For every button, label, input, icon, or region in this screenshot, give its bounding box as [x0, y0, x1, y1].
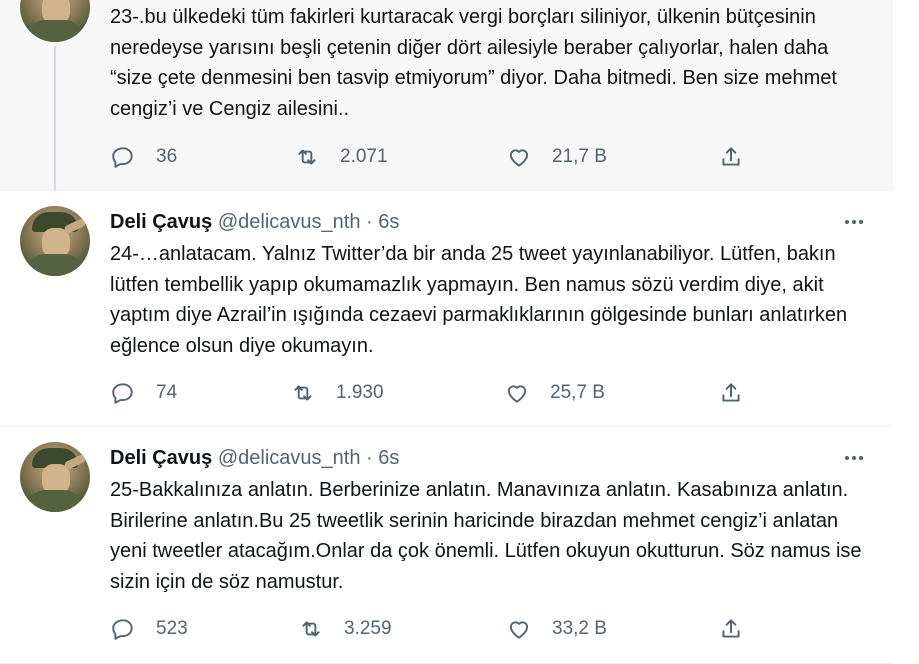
more-dots-icon	[845, 456, 849, 460]
retweet-count: 2.071	[340, 146, 388, 167]
share-button[interactable]	[718, 143, 744, 171]
reply-icon	[112, 619, 133, 640]
tweet-text: 23-.bu ülkedeki tüm fakirleri kurtaracak…	[110, 6, 837, 120]
tweet-25[interactable]: Deli Çavuş @delicavus_nth · 6s 25-Bakkal…	[0, 426, 893, 664]
heart-icon	[509, 621, 529, 639]
timestamp[interactable]: 6s	[378, 447, 399, 469]
timestamp[interactable]: 6s	[378, 211, 399, 233]
reply-button[interactable]: 74	[110, 379, 177, 407]
reply-icon	[112, 147, 133, 168]
more-options-button[interactable]	[838, 210, 870, 234]
heart-icon	[507, 385, 527, 403]
tweet-thread: 23-.bu ülkedeki tüm fakirleri kurtaracak…	[0, 0, 919, 664]
tweet-actions: 36 2.071 21,7 B	[110, 143, 750, 171]
tweet-24[interactable]: Deli Çavuş @delicavus_nth · 6s 24-…anlat…	[0, 190, 893, 427]
user-handle[interactable]: @delicavus_nth	[218, 211, 361, 233]
like-count: 33,2 B	[552, 618, 607, 639]
separator-dot: ·	[366, 447, 373, 469]
reply-icon	[112, 383, 133, 404]
retweet-icon	[302, 621, 320, 637]
heart-icon	[509, 149, 529, 167]
like-button[interactable]: 33,2 B	[506, 615, 607, 643]
tweet-23[interactable]: 23-.bu ülkedeki tüm fakirleri kurtaracak…	[0, 0, 893, 191]
like-button[interactable]: 25,7 B	[504, 379, 605, 407]
reply-button[interactable]: 523	[110, 615, 188, 643]
avatar[interactable]	[20, 442, 90, 512]
user-handle[interactable]: @delicavus_nth	[218, 447, 361, 469]
more-options-button[interactable]	[838, 446, 870, 470]
display-name[interactable]: Deli Çavuş	[110, 447, 212, 469]
like-button[interactable]: 21,7 B	[506, 143, 607, 171]
retweet-count: 3.259	[344, 618, 392, 639]
reply-count: 36	[156, 146, 178, 167]
display-name[interactable]: Deli Çavuş	[110, 211, 212, 233]
retweet-count: 1.930	[336, 382, 384, 403]
tweet-header: Deli Çavuş @delicavus_nth · 6s	[110, 446, 399, 470]
reply-button[interactable]: 36	[110, 143, 177, 171]
tweet-header: Deli Çavuş @delicavus_nth · 6s	[110, 210, 399, 234]
share-icon	[722, 619, 740, 638]
tweet-text: 25-Bakkalınıza anlatın. Berberinize anla…	[110, 479, 862, 593]
like-count: 25,7 B	[550, 382, 605, 403]
retweet-icon	[298, 149, 316, 165]
avatar[interactable]	[20, 0, 90, 42]
more-dots-icon	[845, 220, 849, 224]
retweet-button[interactable]: 1.930	[290, 379, 384, 407]
separator-dot: ·	[366, 211, 373, 233]
reply-count: 523	[156, 618, 188, 639]
avatar[interactable]	[20, 206, 90, 276]
tweet-text: 24-…anlatacam. Yalnız Twitter’da bir and…	[110, 243, 848, 357]
tweet-actions: 523 3.259 33,2 B	[110, 615, 750, 643]
retweet-button[interactable]: 2.071	[294, 143, 388, 171]
tweet-actions: 74 1.930 25,7 B	[110, 379, 750, 407]
share-icon	[722, 147, 740, 166]
share-button[interactable]	[718, 379, 744, 407]
share-button[interactable]	[718, 615, 744, 643]
share-icon	[722, 383, 740, 402]
retweet-button[interactable]: 3.259	[298, 615, 392, 643]
reply-count: 74	[156, 382, 178, 403]
thread-connector-line	[54, 46, 56, 190]
retweet-icon	[294, 385, 312, 401]
like-count: 21,7 B	[552, 146, 607, 167]
